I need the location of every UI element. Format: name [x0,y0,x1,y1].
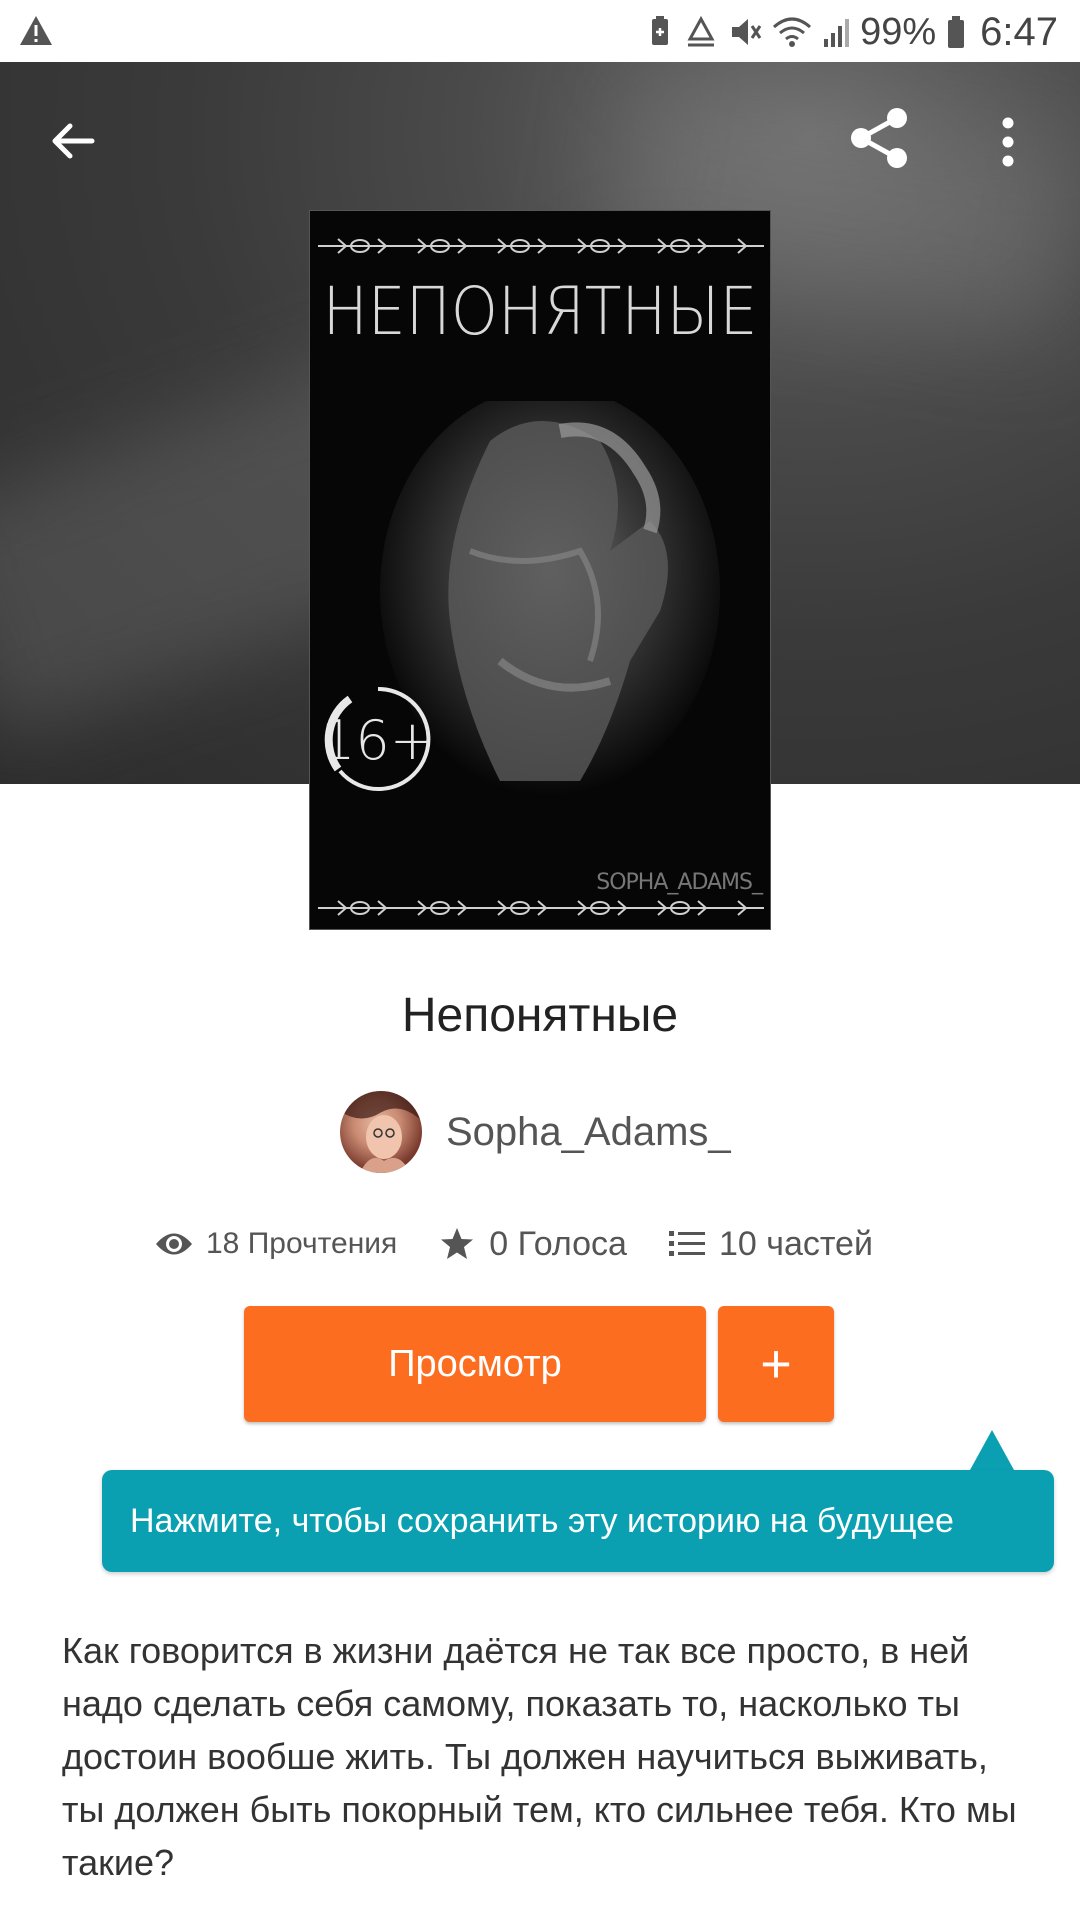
battery-percent: 99% [860,10,937,53]
avatar[interactable] [340,1091,422,1173]
cover-author-signature: SOPHA_ADAMS_ [596,870,763,895]
reads-stat: 18 Прочтения [154,1224,397,1264]
list-icon [667,1224,707,1264]
share-icon [851,108,907,168]
votes-stat: 0 Голоса [437,1224,627,1264]
avatar-image [340,1091,422,1173]
wifi-icon [773,17,812,47]
parts-count: 10 частей [718,1224,873,1263]
view-button[interactable]: Просмотр [244,1306,706,1422]
mute-icon [732,19,762,45]
story-description: Как говорится в жизни даётся не так все … [62,1630,1017,1883]
eye-icon [154,1224,194,1264]
share-button[interactable] [840,98,920,178]
tooltip-pointer [970,1430,1014,1470]
cover-title: НЕПОНЯТНЫЕ [322,273,758,351]
author-link[interactable]: Sopha_Adams_ [340,1090,731,1174]
reads-count: 18 Прочтения [206,1227,398,1260]
status-bar: 99% 6:47 [0,0,1080,62]
save-story-tooltip[interactable]: Нажмите, чтобы сохранить эту историю на … [102,1470,1054,1572]
story-cover[interactable]: НЕПОНЯТНЫЕ 16+ SOPHA_ADAMS_ [309,210,771,930]
author-name: Sopha_Adams_ [446,1109,731,1154]
more-options-button[interactable] [980,102,1036,182]
star-icon [437,1224,477,1264]
parts-stat: 10 частей [667,1224,873,1264]
back-button[interactable] [38,106,108,176]
battery-saver-icon [652,16,669,45]
more-vert-icon [1002,117,1014,167]
battery-icon [948,16,965,48]
add-to-library-button[interactable]: + [718,1306,834,1422]
clock: 6:47 [980,9,1058,54]
age-rating-text: 16+ [321,709,435,772]
story-title: Непонятные [401,989,679,1042]
story-stats: 18 Прочтения 0 Голоса 10 частей [154,1216,873,1272]
recycle-icon [687,15,715,47]
status-icons: 99% 6:47 [646,8,1058,56]
votes-count: 0 Голоса [489,1224,627,1263]
arrow-left-icon [52,123,95,159]
signal-icon [824,19,850,47]
cover-ornament-top [318,238,764,254]
cover-ornament-bottom [318,900,764,916]
warning-icon [20,16,52,45]
